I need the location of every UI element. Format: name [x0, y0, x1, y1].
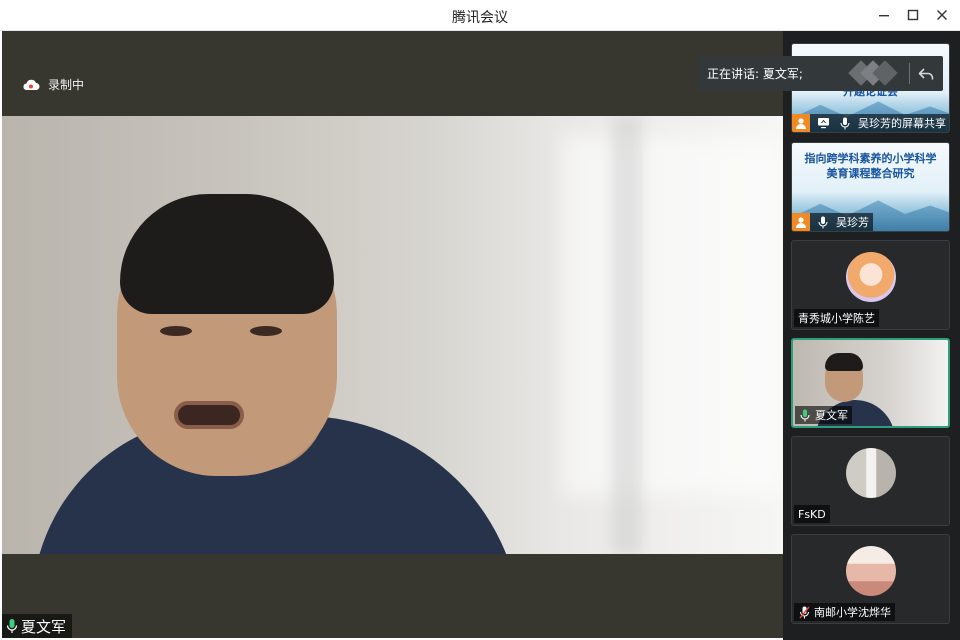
- screen-share-icon: [814, 114, 832, 132]
- slide-title: 指向跨学科素养的小学科学 美育课程整合研究: [804, 152, 937, 180]
- participant-name: 吴珍芳: [836, 216, 869, 229]
- speaking-text: 正在讲话: 夏文军;: [707, 67, 803, 81]
- participant-label-bar: 夏文军: [795, 406, 852, 424]
- recording-label: 录制中: [48, 78, 85, 92]
- mic-active-icon: [6, 619, 18, 633]
- minimize-icon: [879, 15, 889, 17]
- participant-label-bar: 南邮小学沈烨华: [794, 603, 895, 621]
- title-bar: 腾讯会议: [0, 0, 960, 31]
- main-video-stage[interactable]: 录制中 夏文军: [2, 31, 783, 638]
- recording-indicator: 录制中: [22, 76, 84, 93]
- avatar: [846, 546, 896, 596]
- main-speaker-name-tag: 夏文军: [2, 614, 73, 638]
- participant-tile[interactable]: 南邮小学沈烨华: [791, 534, 950, 624]
- participant-name: 青秀城小学陈艺: [798, 312, 875, 325]
- user-icon: [792, 114, 810, 132]
- participant-tile[interactable]: 夏文军: [791, 338, 950, 428]
- participant-name: 吴珍芳的屏幕共享: [858, 117, 946, 130]
- mic-icon: [814, 213, 832, 231]
- window-title: 腾讯会议: [452, 10, 508, 26]
- mic-muted-icon: [798, 603, 810, 621]
- participant-sidebar: 开题论证会 吴珍芳的屏幕共享 指向跨学科素养的小学科学 美育课程整合研究 吴珍芳…: [783, 31, 960, 640]
- participant-label-bar: 吴珍芳的屏幕共享: [792, 114, 949, 132]
- speaking-indicator-toast: 正在讲话: 夏文军;: [698, 56, 943, 91]
- maximize-button[interactable]: [903, 5, 923, 25]
- close-icon: [937, 10, 947, 20]
- participant-label-bar: FsKD: [794, 505, 830, 523]
- minimize-button[interactable]: [874, 5, 894, 25]
- participant-name: 南邮小学沈烨华: [814, 606, 891, 619]
- mic-active-icon: [799, 406, 811, 424]
- participant-name: 夏文军: [815, 409, 848, 422]
- cloud-record-icon: [23, 79, 40, 90]
- reply-arrow-icon: [918, 67, 934, 79]
- participant-label-bar: 青秀城小学陈艺: [794, 309, 879, 327]
- participant-tile[interactable]: 青秀城小学陈艺: [791, 240, 950, 330]
- participant-tile[interactable]: 指向跨学科素养的小学科学 美育课程整合研究 吴珍芳: [791, 142, 950, 232]
- collapse-toast-button[interactable]: [915, 63, 937, 84]
- participant-label-bar: 吴珍芳: [792, 213, 873, 231]
- avatar: [846, 252, 896, 302]
- close-button[interactable]: [932, 5, 952, 25]
- main-video-feed: [2, 116, 783, 554]
- mic-icon: [836, 114, 854, 132]
- participant-name: FsKD: [798, 507, 826, 521]
- avatar: [846, 448, 896, 498]
- maximize-icon: [907, 9, 919, 21]
- participant-tile[interactable]: FsKD: [791, 436, 950, 526]
- speaker-avatars: [848, 60, 898, 86]
- user-icon: [792, 213, 810, 231]
- main-speaker-name: 夏文军: [21, 617, 67, 636]
